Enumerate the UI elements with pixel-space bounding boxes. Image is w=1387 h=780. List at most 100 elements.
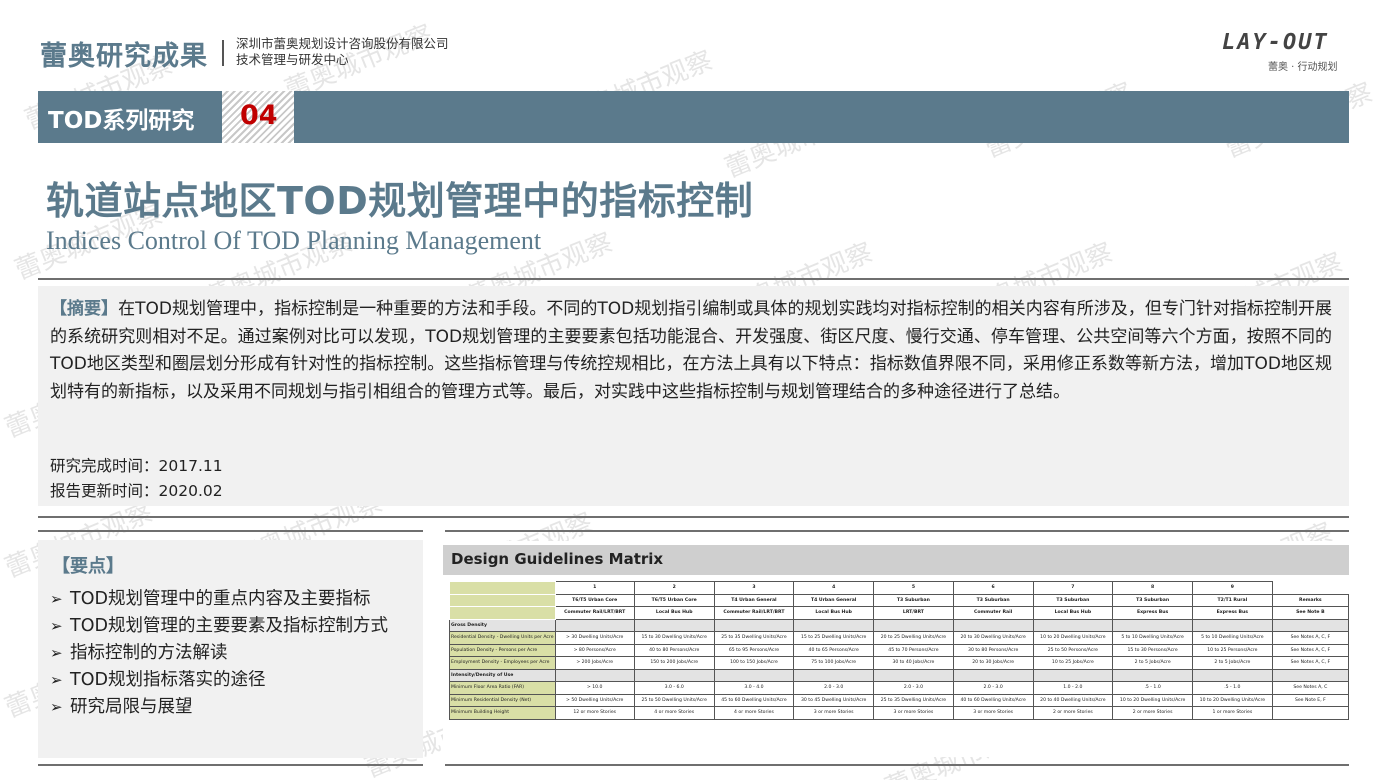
table-cell: 10 to 20 Dwelling Units/Acre — [1112, 693, 1193, 707]
table-cell: 2.0 - 3.0 — [873, 681, 954, 695]
table-cell — [1032, 618, 1114, 632]
list-item-text: 研究局限与展望 — [70, 697, 193, 717]
table-cell: 3 or more Stories — [873, 706, 954, 720]
company-name: 深圳市蕾奥规划设计咨询股份有限公司 — [236, 36, 449, 51]
abstract-panel: 【摘要】在TOD规划管理中，指标控制是一种重要的方法和手段。不同的TOD规划指引… — [38, 286, 1349, 506]
brand-title: 蕾奥研究成果 — [40, 41, 208, 72]
table-cell — [793, 618, 875, 632]
section-label: Intensity/Density of Use — [449, 668, 556, 682]
design-guidelines-matrix: Design Guidelines Matrix 1 2 3 4 5 6 7 8 9 T6/T5 … — [443, 541, 1349, 757]
logo-subtitle: 蕾奥 · 行动规划 — [1268, 62, 1338, 73]
table-cell: 1 or more Stories — [1191, 706, 1273, 720]
table-cell: 40 to 65 Persons/Acre — [793, 643, 875, 657]
column-mode: Express Bus — [1112, 606, 1193, 620]
column-type: T4 Urban General — [713, 593, 795, 607]
table-header-row: Commuter Rail/LRT/BRT Local Bus Hub Commut… — [449, 606, 1349, 620]
table-cell: > 50 Dwelling Units/Acre — [554, 693, 635, 707]
column-type: T3 Suburban — [1112, 593, 1193, 607]
table-cell: 5 to 10 Dwelling Units/Acre — [1112, 631, 1193, 645]
column-type: T3 Suburban — [952, 593, 1034, 607]
column-number: 4 — [793, 581, 875, 595]
table-cell — [713, 618, 795, 632]
series-number: 04 — [240, 100, 278, 131]
table-corner-cell — [449, 606, 556, 619]
column-mode: Local Bus Hub — [633, 606, 715, 620]
completed-date: 研究完成时间：2017.11 — [50, 457, 223, 475]
table-cell — [873, 618, 954, 632]
table-cell: 2 to 5 Jobs/Acre — [1191, 656, 1273, 670]
table-cell: 25 to 35 Dwelling Units/Acre — [713, 631, 795, 645]
list-item: ➢ TOD规划指标落实的途径 — [50, 667, 388, 694]
table-cell: 5 to 10 Dwelling Units/Acre — [1191, 631, 1273, 645]
table-cell: 30 to 40 Jobs/Acre — [873, 656, 954, 670]
table-cell: 15 to 30 Persons/Acre — [1112, 643, 1193, 657]
page-title-cn: 轨道站点地区TOD规划管理中的指标控制 — [46, 179, 754, 223]
table-cell — [554, 668, 635, 682]
table-cell: > 10.0 — [554, 681, 635, 695]
table-cell — [1271, 706, 1349, 720]
table-row: Minimum Floor Area Ratio (FAR) > 10.0 3.0 … — [449, 681, 1349, 695]
list-item-text: 指标控制的方法解读 — [70, 643, 228, 663]
matrix-title-bar: Design Guidelines Matrix — [443, 545, 1349, 575]
column-mode: Commuter Rail/LRT/BRT — [554, 606, 635, 620]
company-info: 深圳市蕾奥规划设计咨询股份有限公司 技术管理与研发中心 — [236, 36, 449, 68]
table-section-row: Gross Density — [449, 618, 1349, 632]
table-cell: 1.0 - 2.0 — [1032, 681, 1114, 695]
table-cell — [1271, 618, 1349, 632]
divider — [38, 516, 1349, 518]
column-mode: Local Bus Hub — [793, 606, 875, 620]
row-label: Minimum Building Height — [449, 706, 556, 720]
table-cell — [1112, 618, 1193, 632]
table-cell: 25 to 35 Dwelling Units/Acre — [873, 693, 954, 707]
table-cell: 20 to 25 Dwelling Units/Acre — [873, 631, 954, 645]
key-points-title: 【要点】 — [52, 556, 124, 577]
table-cell: 30 to 45 Dwelling Units/Acre — [793, 693, 875, 707]
column-mode: Local Bus Hub — [1032, 606, 1114, 620]
column-type: T6/T5 Urban Core — [633, 593, 715, 607]
matrix-table: 1 2 3 4 5 6 7 8 9 T6/T5 Urban Core T6/T5 Urban Cor… — [449, 581, 1349, 720]
table-cell: See Notes A, C, F — [1271, 643, 1349, 657]
table-cell: 3 or more Stories — [793, 706, 875, 720]
table-cell: > 80 Persons/Acre — [554, 643, 635, 657]
table-cell — [713, 668, 795, 682]
series-banner: TOD系列研究 04 — [38, 91, 1349, 143]
column-mode: Express Bus — [1191, 606, 1273, 620]
table-cell: 2 or more Stories — [1112, 706, 1193, 720]
table-cell: 10 to 20 Dwelling Units/Acre — [1032, 631, 1114, 645]
table-cell: See Notes A, C, F — [1271, 631, 1349, 645]
divider — [38, 764, 423, 766]
page-title-en: Indices Control Of TOD Planning Manageme… — [46, 226, 542, 255]
table-row: Minimum Residential Density (Net) > 50 Dw… — [449, 693, 1349, 707]
column-mode: Commuter Rail/LRT/BRT — [713, 606, 795, 620]
list-item: ➢ 指标控制的方法解读 — [50, 640, 388, 667]
list-item: ➢ TOD规划管理的主要要素及指标控制方式 — [50, 613, 388, 640]
table-cell: 100 to 150 Jobs/Acre — [713, 656, 795, 670]
logo-wordmark: LAY-OUT — [1222, 30, 1329, 55]
table-cell: 65 to 95 Persons/Acre — [713, 643, 795, 657]
column-type: T4 Urban General — [793, 593, 875, 607]
table-cell: 12 or more Stories — [554, 706, 635, 720]
table-row: Employment Density - Employees per Acre >… — [449, 656, 1349, 670]
updated-date: 报告更新时间：2020.02 — [50, 482, 223, 500]
matrix-title: Design Guidelines Matrix — [451, 550, 664, 568]
table-cell: 2 or more Stories — [1032, 706, 1114, 720]
table-cell: 2.0 - 3.0 — [952, 681, 1034, 695]
key-points-list: ➢ TOD规划管理中的重点内容及主要指标 ➢ TOD规划管理的主要要素及指标控制方式… — [50, 586, 388, 721]
key-points-panel: 【要点】 ➢ TOD规划管理中的重点内容及主要指标 ➢ TOD规划管理的主要要素及指… — [38, 540, 423, 758]
list-item: ➢ TOD规划管理中的重点内容及主要指标 — [50, 586, 388, 613]
table-cell: 15 to 30 Dwelling Units/Acre — [633, 631, 715, 645]
arrow-bullet-icon: ➢ — [50, 644, 63, 662]
table-cell: 3.0 - 4.0 — [713, 681, 795, 695]
table-cell — [1191, 668, 1273, 682]
brand-divider — [222, 40, 224, 66]
column-mode: See Note B — [1271, 606, 1349, 620]
row-label: Minimum Floor Area Ratio (FAR) — [449, 681, 556, 695]
table-header-row: T6/T5 Urban Core T6/T5 Urban Core T4 Urban… — [449, 593, 1349, 607]
divider — [38, 530, 423, 532]
column-number: 2 — [633, 581, 715, 595]
table-row: Minimum Building Height 12 or more Storie… — [449, 706, 1349, 720]
table-cell — [1271, 668, 1349, 682]
table-row: Population Density - Persons per Acre > 8… — [449, 643, 1349, 657]
table-cell — [1191, 618, 1273, 632]
row-label: Residential Density - Dwelling Units per… — [449, 631, 556, 645]
